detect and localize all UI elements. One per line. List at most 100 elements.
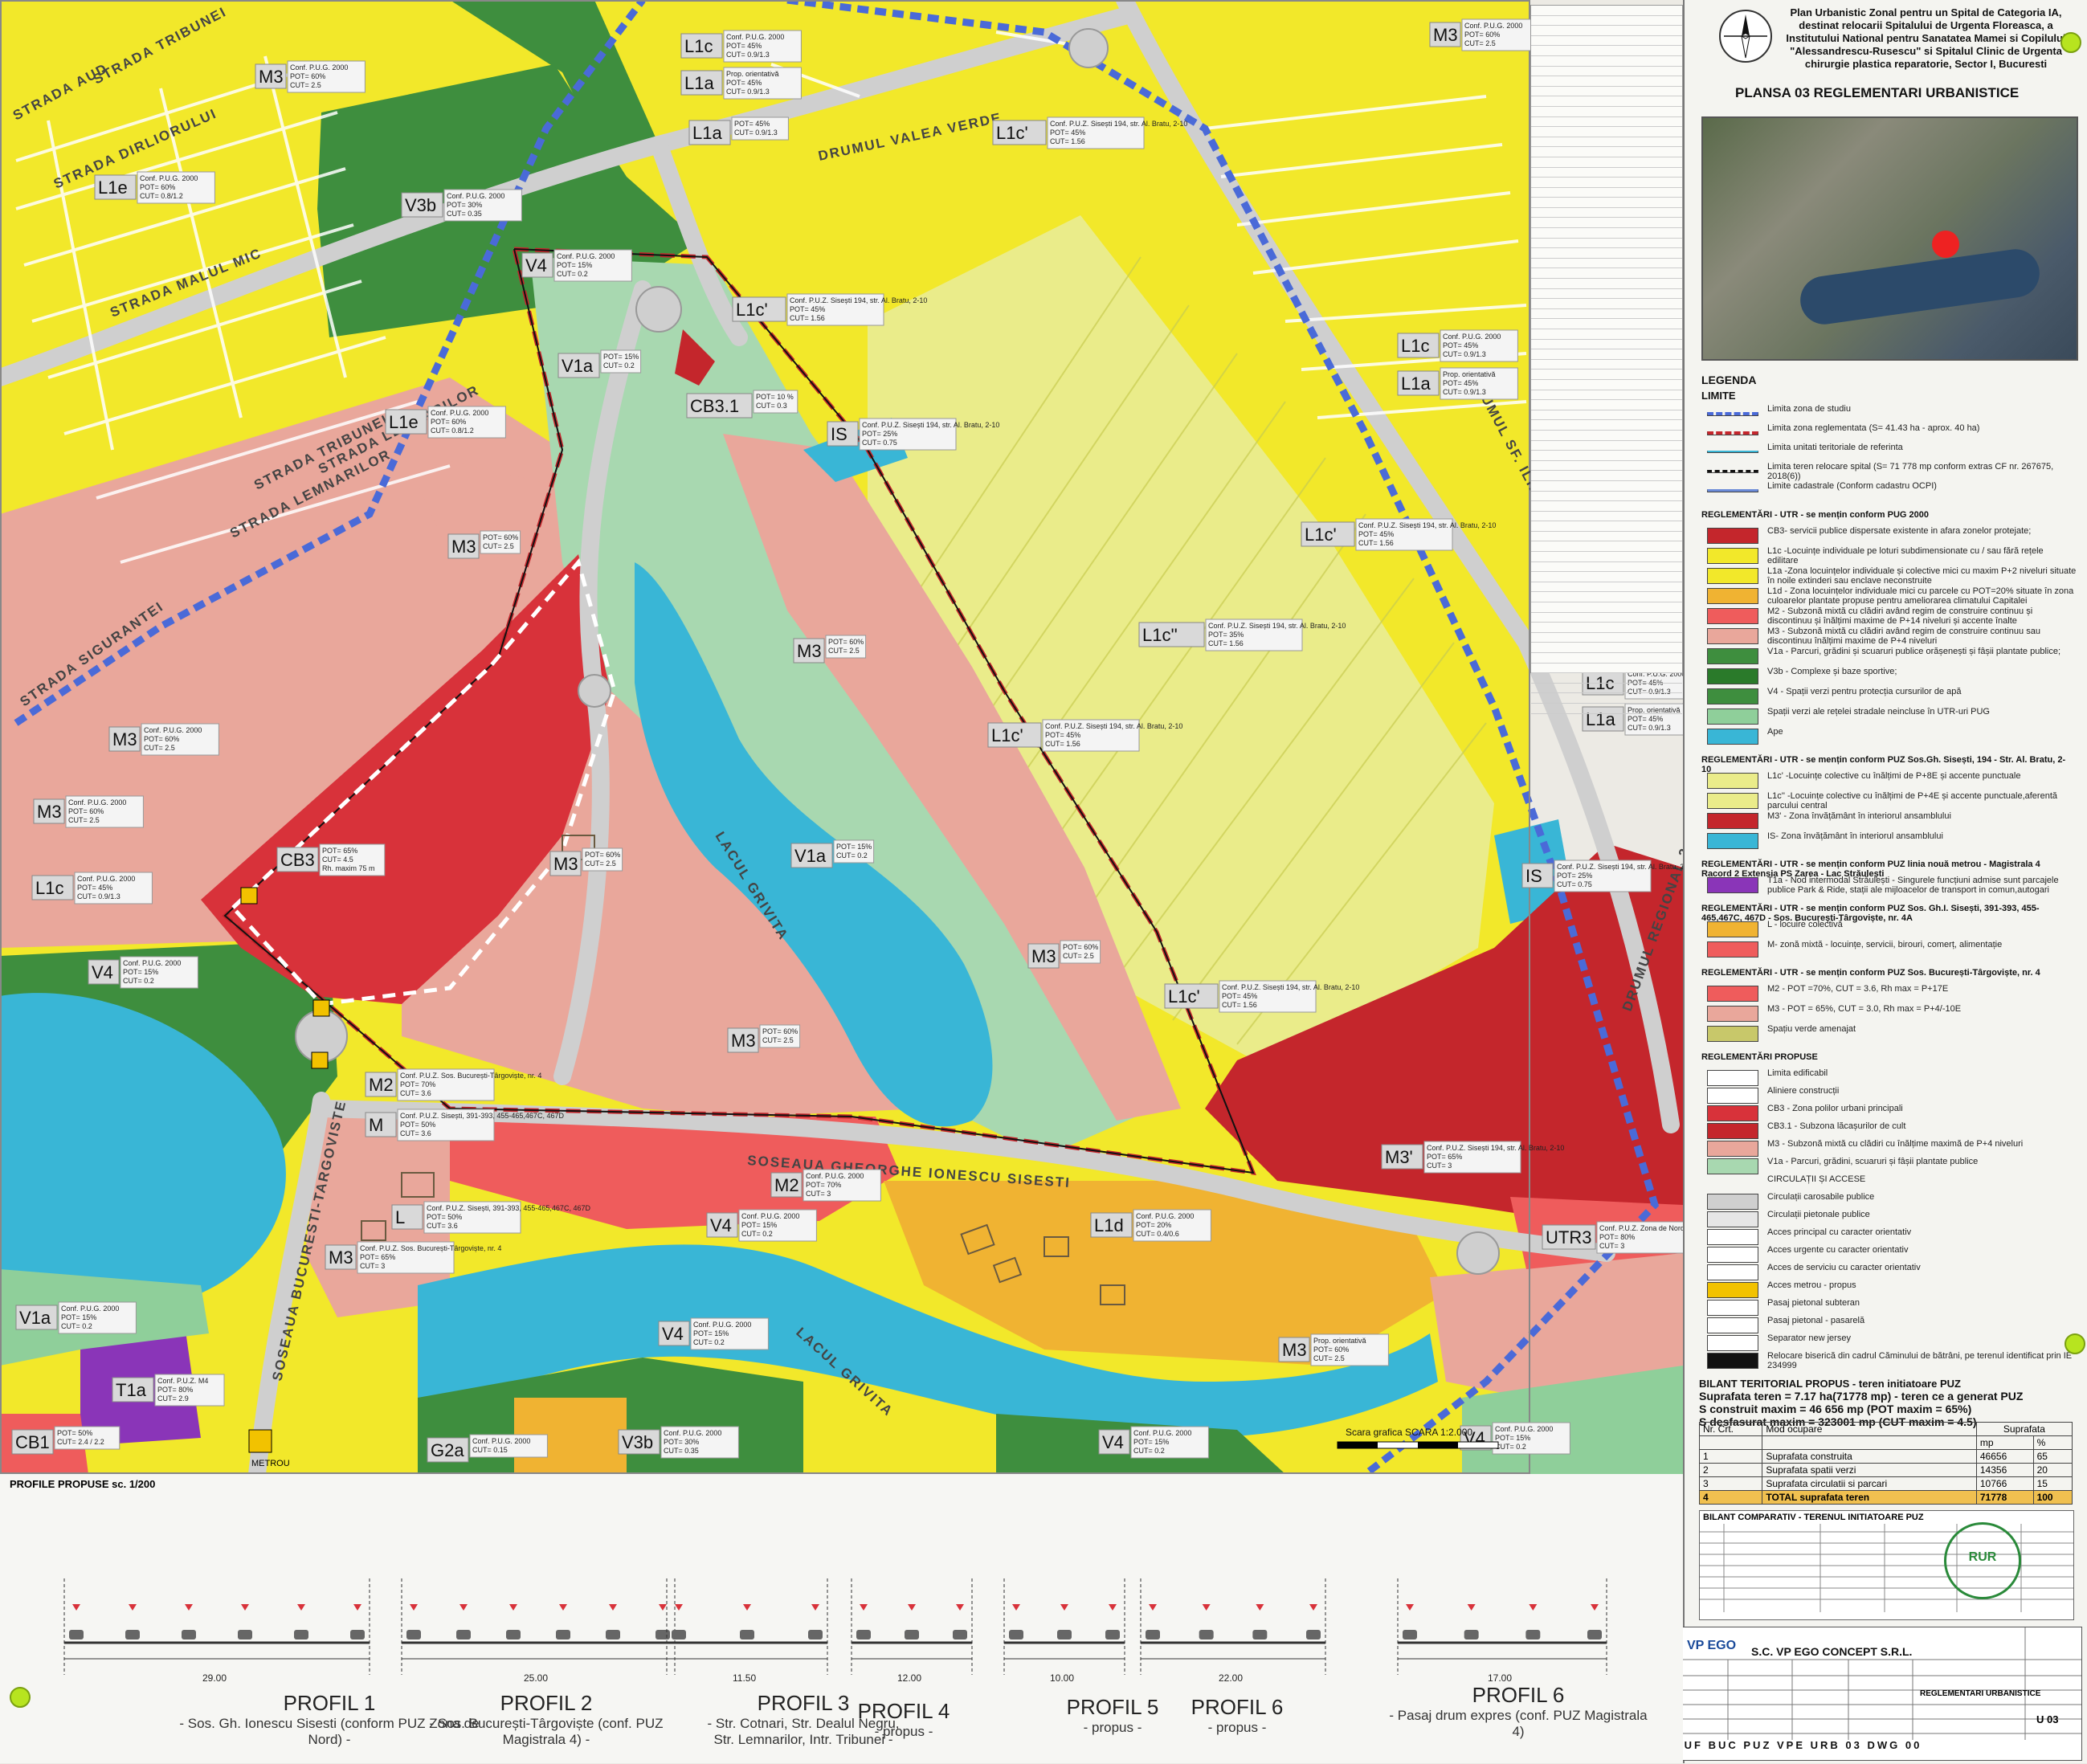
legend-row: Separator new jersey — [1707, 1333, 2077, 1353]
legend-row: Limita zona de studiu — [1707, 404, 2077, 423]
zone-indicator: CUT= 2.5 — [144, 744, 175, 752]
legend-swatch — [1707, 1300, 1758, 1316]
zone-label: V3b Conf. P.U.G. 2000POT= 30%CUT= 0.35 — [401, 189, 522, 222]
zone-code: M3 — [797, 641, 822, 661]
legend-swatch — [1707, 568, 1758, 584]
bilant-table: Nr. Crt. Mod ocupare Suprafata mp% 1 Supraf… — [1698, 1422, 2073, 1505]
zone-indicator: CUT= 3.6 — [427, 1222, 458, 1230]
coord-row — [1531, 501, 1682, 512]
zone-indicator: CUT= 2.5 — [762, 1036, 794, 1044]
legend-text: Aliniere construcții — [1767, 1086, 1840, 1096]
legend-swatch — [1707, 628, 1758, 644]
coord-row — [1531, 16, 1682, 27]
legend-row: CB3.1 - Subzona lăcașurilor de cult — [1707, 1121, 2077, 1141]
legend-swatch — [1707, 1088, 1758, 1104]
coord-row — [1531, 592, 1682, 603]
legend-text: V3b - Complexe și baze sportive; — [1767, 667, 1897, 676]
zone-indicator: Conf. P.U.G. 2000 — [1495, 1425, 1553, 1433]
zone-indicator: CUT= 3 — [1427, 1162, 1452, 1170]
zone-label: V4 Conf. P.U.G. 2000POT= 15%CUT= 0.2 — [1098, 1426, 1209, 1459]
th: Nr. Crt. — [1698, 1422, 1763, 1436]
td: Suprafata circulatii si parcari — [1762, 1476, 1977, 1491]
profile-name: PROFIL 2 — [500, 1691, 593, 1715]
coord-row — [1531, 400, 1682, 410]
legend-swatch — [1707, 648, 1758, 664]
zone-code: L1c' — [996, 123, 1028, 143]
zone-indicator: Conf. P.U.Z. Sisești 194, str. Al. Bratu… — [1557, 863, 1694, 871]
zone-label: V4 Conf. P.U.G. 2000POT= 15%CUT= 0.2 — [1460, 1422, 1570, 1455]
legend-swatch — [1707, 412, 1758, 416]
legend-swatch — [1707, 1141, 1758, 1157]
legend-swatch — [1707, 1194, 1758, 1210]
coord-row — [1531, 653, 1682, 664]
legend-row: V1a - Parcuri, grădini, scuaruri și fâși… — [1707, 1157, 2077, 1176]
zone-code: CB3.1 — [690, 396, 739, 416]
zone-indicator: POT= 15% — [123, 968, 158, 976]
zone-indicator: Conf. P.U.Z. Sisești 194, str. Al. Bratu… — [1045, 722, 1182, 730]
coord-row — [1531, 26, 1682, 36]
legend-swatch — [1707, 921, 1758, 937]
coord-row — [1531, 481, 1682, 492]
profile-4: PROFIL 4- propus - — [835, 1699, 972, 1740]
car-icon — [238, 1630, 252, 1639]
legend-row: Limita edificabil — [1707, 1068, 2077, 1088]
legend-text: L1c' -Locuințe colective cu înălțimi de … — [1767, 771, 2021, 781]
zone-code: L1c' — [991, 725, 1023, 745]
legend-text: Acces urgente cu caracter orientativ — [1767, 1245, 1909, 1255]
legend-text: Limita zona de studiu — [1767, 404, 1851, 414]
legend-swatch — [1707, 1158, 1758, 1174]
car-icon — [808, 1630, 823, 1639]
zone-code: L — [395, 1207, 405, 1227]
zone-indicator: CUT= 0.2 — [741, 1230, 773, 1238]
legend-swatch — [1707, 1123, 1758, 1139]
zone-code: V4 — [525, 255, 547, 276]
legend-row: Limita zona reglementata (S= 41.43 ha - … — [1707, 423, 2077, 443]
zone-indicator: Conf. P.U.G. 2000 — [431, 409, 488, 417]
coord-row — [1531, 562, 1682, 573]
zone-indicator: CUT= 0.75 — [862, 439, 897, 447]
coord-row — [1531, 613, 1682, 623]
roundabout — [635, 286, 682, 333]
legend-row: Aliniere construcții — [1707, 1086, 2077, 1105]
coord-row — [1531, 370, 1682, 380]
drawing-code: SUF BUC PUZ VPE URB 03 DWG 00 — [1675, 1739, 1922, 1751]
legend-swatch — [1707, 1317, 1758, 1333]
legend-text: L1c -Locuințe individuale pe loturi subd… — [1767, 546, 2044, 566]
zone-code: M3' — [1385, 1147, 1413, 1167]
zone-indicator: CUT= 1.56 — [1222, 1001, 1257, 1009]
td: 65 — [2032, 1449, 2073, 1464]
zone-indicator: Conf. P.U.Z. Sisești 194, str. Al. Bratu… — [1427, 1144, 1564, 1152]
profile-width: 12.00 — [897, 1672, 921, 1684]
coord-row — [1531, 248, 1682, 259]
zone-indicator: POT= 60% — [762, 1027, 798, 1035]
coord-row — [1531, 471, 1682, 481]
zone-code: L1c' — [1305, 525, 1337, 545]
zone-code: V4 — [92, 962, 113, 982]
legend-row: L1c -Locuințe individuale pe loturi subd… — [1707, 546, 2077, 566]
legend-text: M2 - Subzonă mixtă cu clădiri având regi… — [1767, 606, 2033, 626]
coord-row — [1531, 684, 1682, 694]
pin-icon — [2060, 32, 2081, 53]
zone-code: M2 — [369, 1075, 394, 1095]
profiles-title: PROFILE PROPUSE sc. 1/200 — [10, 1478, 156, 1490]
zone-code: M2 — [774, 1175, 799, 1195]
zone-indicator: POT= 60% — [431, 418, 466, 426]
legend-row: Acces metrou - propus — [1707, 1280, 2077, 1300]
car-icon — [506, 1630, 521, 1639]
legend-row: Pasaj pietonal subteran — [1707, 1298, 2077, 1317]
car-icon — [1057, 1630, 1072, 1639]
zone-code: V3b — [622, 1432, 653, 1452]
zone-indicator: CUT= 2.5 — [290, 81, 321, 89]
zone-indicator: POT= 25% — [862, 430, 897, 438]
car-icon — [672, 1630, 686, 1639]
legend-row: Pasaj pietonal - pasarelă — [1707, 1316, 2077, 1335]
legend-text: M- zonă mixtă - locuințe, servicii, biro… — [1767, 940, 2003, 949]
profile-section: 22.00 — [1140, 1578, 1326, 1684]
arrow-icon — [459, 1604, 468, 1611]
legend-text: Limita unitati teritoriale de referinta — [1767, 443, 1903, 452]
car-icon — [182, 1630, 196, 1639]
profile-width: 22.00 — [1219, 1672, 1243, 1684]
north-arrow-icon — [1719, 10, 1772, 63]
zone-indicator: Conf. P.U.Z. M4 — [157, 1377, 208, 1385]
zone-indicator: CUT= 0.15 — [472, 1446, 508, 1454]
